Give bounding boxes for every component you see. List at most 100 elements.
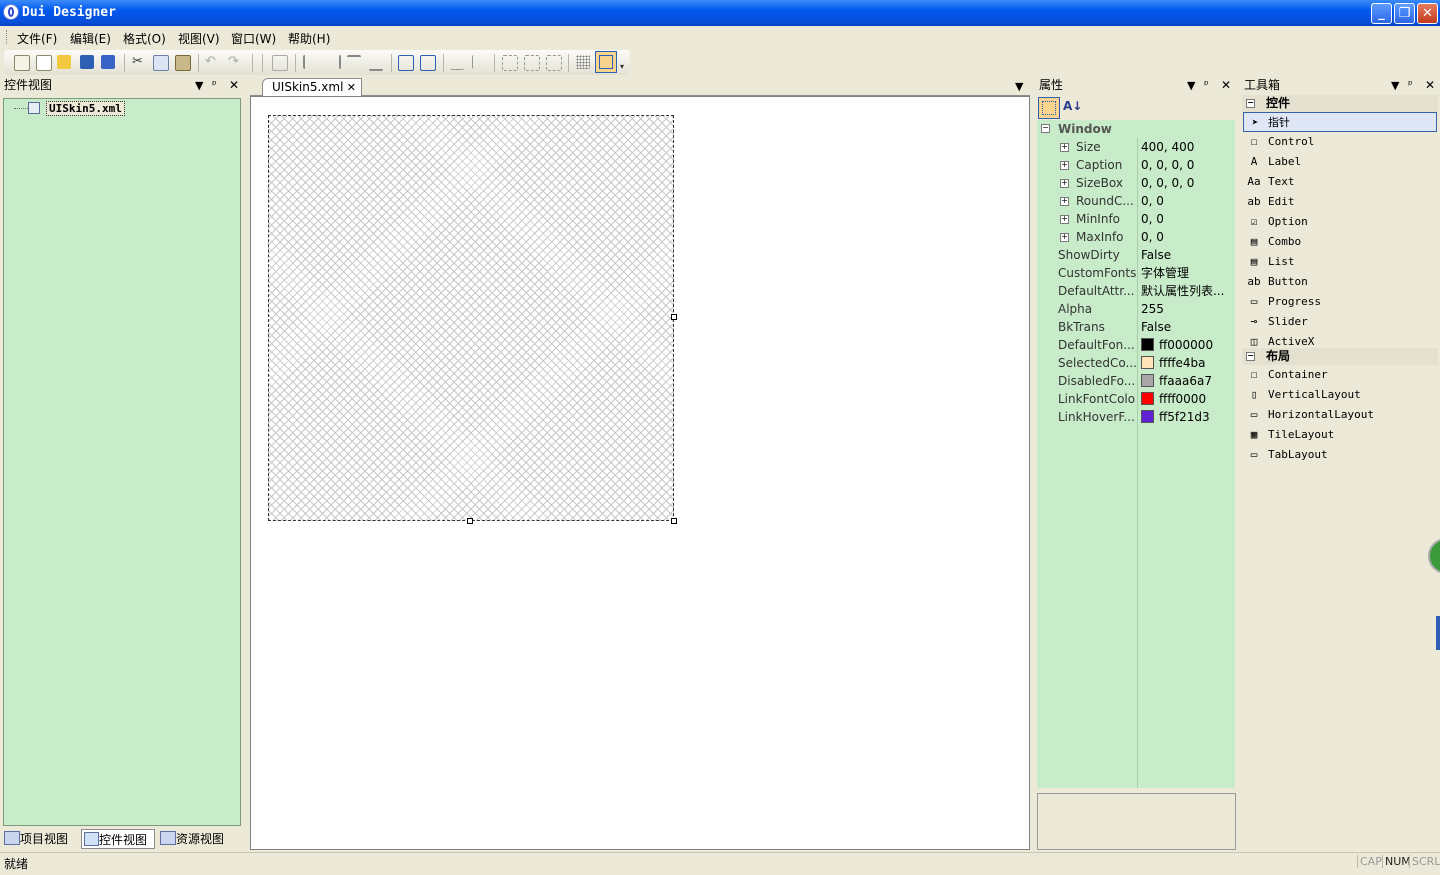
property-row[interactable]: ShowDirty False [1037, 246, 1235, 264]
toolbox-menu-icon[interactable]: ▼ [1391, 79, 1399, 92]
property-row[interactable]: DefaultFon... ff000000 [1037, 336, 1235, 354]
toolbox-item-horizontallayout[interactable]: ▭ HorizontalLayout [1246, 405, 1436, 425]
property-value[interactable]: ffaaa6a7 [1159, 372, 1233, 390]
alphabetical-sort-icon[interactable]: A↓ [1063, 99, 1082, 113]
toolbox-item-progress[interactable]: ▭ Progress [1246, 292, 1436, 312]
property-row[interactable]: + MaxInfo 0, 0 [1037, 228, 1235, 246]
menu-help[interactable]: 帮助(H) [288, 30, 330, 47]
resize-handle-bottom[interactable] [467, 518, 473, 524]
pin-icon[interactable]: ᵖ [212, 78, 217, 91]
property-value[interactable]: 255 [1141, 300, 1233, 318]
property-row[interactable]: DefaultAttr... 默认属性列表... [1037, 282, 1235, 300]
expand-icon[interactable]: + [1060, 197, 1069, 206]
new-window-icon[interactable] [36, 55, 52, 71]
align-right-icon[interactable] [325, 55, 341, 69]
property-value[interactable]: 0, 0, 0, 0 [1141, 174, 1233, 192]
property-value[interactable]: 0, 0 [1141, 210, 1233, 228]
undo-icon[interactable]: ↶ [205, 55, 219, 69]
properties-pin-icon[interactable]: ᵖ [1204, 78, 1209, 91]
expand-icon[interactable]: + [1060, 143, 1069, 152]
side-scroll-handle[interactable] [1436, 616, 1440, 650]
property-row[interactable]: CustomFonts 字体管理 [1037, 264, 1235, 282]
property-value[interactable]: 0, 0 [1141, 228, 1233, 246]
menu-format[interactable]: 格式(O) [123, 30, 166, 47]
property-value[interactable]: 0, 0 [1141, 192, 1233, 210]
toolbox-item-button[interactable]: ab Button [1246, 272, 1436, 292]
toolbox-item-tilelayout[interactable]: ▦ TileLayout [1246, 425, 1436, 445]
property-row[interactable]: + Caption 0, 0, 0, 0 [1037, 156, 1235, 174]
toolbox-item-container[interactable]: ☐ Container [1246, 365, 1436, 385]
property-value[interactable]: 默认属性列表... [1141, 282, 1233, 300]
property-row[interactable]: SelectedCo... ffffe4ba [1037, 354, 1235, 372]
expand-icon[interactable]: + [1060, 215, 1069, 224]
resize-handle-right[interactable] [671, 314, 677, 320]
new-file-icon[interactable] [14, 55, 30, 71]
toolbar-overflow-icon[interactable]: ▾ [620, 62, 624, 71]
toolbox-item-slider[interactable]: ⊸ Slider [1246, 312, 1436, 332]
align-top-icon[interactable] [347, 55, 361, 71]
menu-edit[interactable]: 编辑(E) [70, 30, 111, 47]
toolbox-item-text[interactable]: Aa Text [1246, 172, 1436, 192]
close-button[interactable]: ✕ [1417, 3, 1438, 24]
property-row[interactable]: LinkFontColor ffff0000 [1037, 390, 1235, 408]
redo-icon[interactable]: ↷ [228, 55, 242, 69]
open-icon[interactable] [57, 55, 71, 69]
expand-icon[interactable]: + [1060, 161, 1069, 170]
save-icon[interactable] [80, 55, 94, 69]
toolbox-item-tablayout[interactable]: ▭ TabLayout [1246, 445, 1436, 465]
collapse-icon[interactable]: − [1246, 99, 1255, 108]
toolbar-grip[interactable] [262, 54, 263, 72]
expand-icon[interactable]: + [1060, 179, 1069, 188]
tab-resource-view[interactable]: 资源视图 [160, 829, 238, 849]
copy-icon[interactable] [153, 55, 169, 71]
property-value[interactable]: ffffe4ba [1159, 354, 1233, 372]
property-value[interactable]: False [1141, 318, 1233, 336]
menu-window[interactable]: 窗口(W) [231, 30, 276, 47]
size-to-content-icon[interactable] [546, 55, 562, 71]
restore-button[interactable]: ❐ [1394, 3, 1415, 24]
space-down-icon[interactable] [524, 55, 540, 71]
collapse-icon[interactable]: − [1246, 352, 1255, 361]
resize-handle-corner[interactable] [671, 518, 677, 524]
property-value[interactable]: 字体管理 [1141, 264, 1233, 282]
properties-close-icon[interactable]: ✕ [1221, 78, 1231, 92]
toolbox-item-option[interactable]: ☑ Option [1246, 212, 1436, 232]
cut-icon[interactable]: ✂ [132, 55, 146, 69]
menu-file[interactable]: 文件(F) [17, 30, 57, 47]
tree-root-item[interactable]: UISkin5.xml [46, 101, 125, 116]
property-row[interactable]: + RoundC... 0, 0 [1037, 192, 1235, 210]
menu-view[interactable]: 视图(V) [178, 30, 220, 47]
align-left-icon[interactable] [303, 55, 319, 69]
property-row[interactable]: Alpha 255 [1037, 300, 1235, 318]
properties-menu-icon[interactable]: ▼ [1187, 79, 1195, 92]
property-value[interactable]: ff5f21d3 [1159, 408, 1233, 426]
same-width-icon[interactable] [450, 55, 464, 70]
toolbox-item-edit[interactable]: ab Edit [1246, 192, 1436, 212]
property-row[interactable]: + Size 400, 400 [1037, 138, 1235, 156]
grid-icon[interactable] [576, 55, 590, 69]
toolbox-item-label[interactable]: A Label [1246, 152, 1436, 172]
toolbox-group-header[interactable]: − 布局 [1242, 348, 1438, 365]
property-row[interactable]: DisabledFo... ffaaa6a7 [1037, 372, 1235, 390]
property-row[interactable]: + MinInfo 0, 0 [1037, 210, 1235, 228]
toolbox-item-control[interactable]: ☐ Control [1246, 132, 1436, 152]
property-value[interactable]: 400, 400 [1141, 138, 1233, 156]
property-row[interactable]: LinkHoverF... ff5f21d3 [1037, 408, 1235, 426]
menu-grip[interactable] [6, 30, 9, 44]
designed-window[interactable] [268, 115, 674, 521]
tab-order-icon[interactable] [272, 55, 288, 71]
collapse-icon[interactable]: − [1041, 124, 1050, 133]
property-value[interactable]: False [1141, 246, 1233, 264]
property-value[interactable]: ff000000 [1159, 336, 1233, 354]
document-tab[interactable]: UISkin5.xml ✕ [262, 78, 362, 96]
toolbox-item-指针[interactable]: ➤ 指针 [1243, 112, 1437, 132]
tab-control-view[interactable]: 控件视图 [81, 829, 155, 849]
document-list-dropdown-icon[interactable]: ▼ [1015, 80, 1023, 93]
toolbox-item-verticallayout[interactable]: ▯ VerticalLayout [1246, 385, 1436, 405]
toolbox-group-header[interactable]: − 控件 [1242, 95, 1438, 112]
save-all-icon[interactable] [101, 55, 115, 69]
align-bottom-icon[interactable] [369, 55, 383, 71]
tab-project-view[interactable]: 项目视图 [4, 829, 78, 849]
space-across-icon[interactable] [502, 55, 518, 71]
property-row[interactable]: BkTrans False [1037, 318, 1235, 336]
